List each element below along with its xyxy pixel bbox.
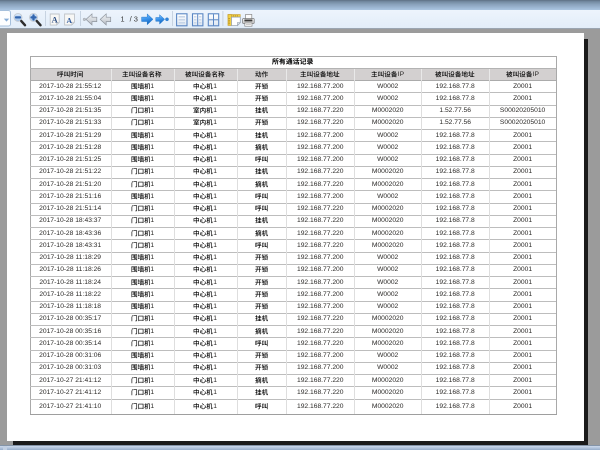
svg-text:1: 1 <box>121 14 125 23</box>
svg-text:/ 3: / 3 <box>130 14 138 23</box>
svg-text:A: A <box>67 16 73 25</box>
svg-text:A: A <box>52 15 58 24</box>
